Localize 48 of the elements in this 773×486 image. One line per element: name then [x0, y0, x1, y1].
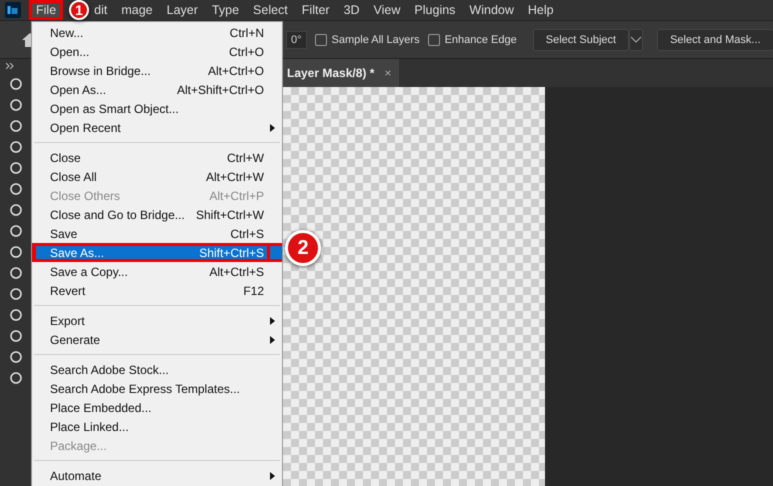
submenu-arrow-icon [270, 317, 275, 325]
app-logo-icon[interactable] [5, 2, 21, 18]
select-subject-button[interactable]: Select Subject [532, 28, 630, 50]
menu-item[interactable]: Automate [32, 466, 282, 485]
menu-item[interactable]: Select [246, 0, 295, 20]
menu-item[interactable]: File [29, 0, 64, 20]
menu-item[interactable]: Close All Alt+Ctrl+W [32, 167, 282, 186]
menu-item[interactable]: Search Adobe Express Templates... [32, 379, 282, 398]
menu-item[interactable]: Close and Go to Bridge... Shift+Ctrl+W [32, 205, 282, 224]
menu-item[interactable]: 3D [336, 0, 367, 20]
menu-item[interactable]: Type [204, 0, 246, 20]
menu-item[interactable]: New... Ctrl+N [32, 23, 282, 42]
menu-item[interactable]: Revert F12 [32, 281, 282, 300]
menu-item[interactable]: Save a Copy... Alt+Ctrl+S [32, 262, 282, 281]
submenu-arrow-icon [270, 336, 275, 344]
angle-field[interactable]: 0° [286, 30, 307, 48]
menu-item[interactable]: Plugins [407, 0, 462, 20]
menu-item[interactable]: Open... Ctrl+O [32, 42, 282, 61]
checkbox[interactable]: Sample All Layers [314, 34, 420, 46]
menu-item[interactable]: Save As... Shift+Ctrl+S [32, 243, 282, 262]
menu-item[interactable]: Window [462, 0, 521, 20]
menu-item[interactable]: Save Ctrl+S [32, 224, 282, 243]
menu-item[interactable]: Layer [160, 0, 205, 20]
menu-item[interactable]: Search Adobe Stock... [32, 360, 282, 379]
menu-item[interactable]: Close Ctrl+W [32, 148, 282, 167]
menu-item[interactable]: Open As... Alt+Shift+Ctrl+O [32, 80, 282, 99]
chevron-down-icon [630, 36, 642, 44]
close-tab-icon[interactable]: × [384, 66, 392, 80]
expand-icon[interactable] [6, 63, 14, 69]
menu-item[interactable]: Generate [32, 330, 282, 349]
submenu-arrow-icon [270, 472, 275, 480]
checkbox[interactable]: Enhance Edge [428, 34, 517, 46]
menu-item[interactable]: View [366, 0, 408, 20]
dropdown-button[interactable] [629, 28, 644, 50]
menu-item[interactable]: Browse in Bridge... Alt+Ctrl+O [32, 61, 282, 80]
menu-item[interactable]: Place Linked... [32, 417, 282, 436]
menu-item[interactable]: Filter [294, 0, 337, 20]
menu-item[interactable]: Open as Smart Object... [32, 99, 282, 118]
step-badge: 1 [69, 0, 89, 20]
menu-item[interactable]: dit [87, 0, 114, 20]
submenu-arrow-icon [270, 124, 275, 132]
menu-item[interactable]: Place Embedded... [32, 398, 282, 417]
menu-item[interactable]: Open Recent [32, 118, 282, 137]
menu-item[interactable]: Help [520, 0, 561, 20]
menu-item[interactable]: mage [114, 0, 160, 20]
document-tab[interactable]: Layer Mask/8) * × [281, 59, 400, 87]
select-and-mask-button[interactable]: Select and Mask... [657, 28, 773, 50]
menu-item[interactable]: Export [32, 311, 282, 330]
